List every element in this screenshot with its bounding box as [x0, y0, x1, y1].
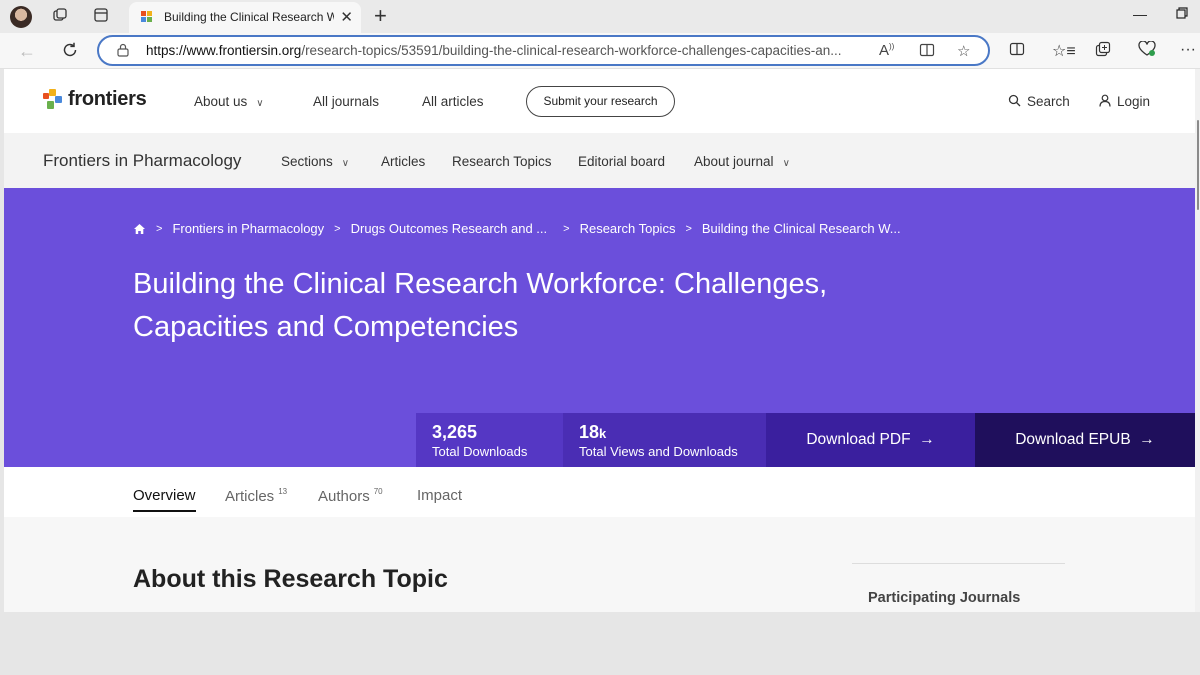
total-views-label: Total Views and Downloads [579, 444, 738, 459]
arrow-right-icon: → [919, 431, 935, 448]
workspaces-icon[interactable] [51, 7, 69, 25]
search-link[interactable]: Search [1008, 94, 1070, 109]
browser-tab-active[interactable]: Building the Clinical Research Wo ✕ [129, 2, 361, 33]
chevron-down-icon: ∨ [341, 158, 350, 169]
chevron-right-icon: > [334, 222, 341, 235]
page-title: Building the Clinical Research Workforce… [133, 268, 828, 343]
total-views-value: 18k [579, 422, 607, 442]
address-bar[interactable]: https://www.frontiersin.org/research-top… [97, 35, 990, 66]
research-topic-hero: > Frontiers in Pharmacology > Drugs Outc… [4, 188, 1195, 467]
total-downloads-value: 3,265 [432, 422, 478, 442]
user-icon [1099, 94, 1111, 107]
browser-toolbar: ← https://www.frontiersin.org/research-t… [0, 33, 1200, 69]
browser-tab-strip: Building the Clinical Research Wo ✕ + — [0, 0, 1200, 33]
breadcrumb-item[interactable]: Research Topics [580, 221, 676, 236]
frontiers-logo-icon [43, 88, 62, 109]
browser-essentials-icon[interactable] [1138, 40, 1156, 62]
favorite-star-icon[interactable]: ☆ [957, 42, 970, 60]
tab-articles[interactable]: Articles 13 [225, 487, 287, 505]
breadcrumb-item[interactable]: Drugs Outcomes Research and ... [351, 221, 548, 236]
authors-count: 70 [373, 487, 383, 496]
lock-icon[interactable] [117, 43, 129, 57]
url-text[interactable]: https://www.frontiersin.org/research-top… [146, 43, 842, 58]
breadcrumb-item-current: Building the Clinical Research W... [701, 221, 901, 236]
tab-impact[interactable]: Impact [417, 487, 462, 504]
web-page: frontiers About us ∨ All journals All art… [4, 69, 1195, 612]
submit-research-button[interactable]: Submit your research [526, 86, 675, 117]
search-icon [1008, 94, 1021, 107]
minimize-icon[interactable]: — [1133, 6, 1147, 22]
tab-actions-icon[interactable] [92, 7, 110, 25]
refresh-icon[interactable] [61, 41, 79, 64]
section-heading: About this Research Topic [133, 565, 448, 593]
tab-overview[interactable]: Overview [133, 487, 196, 512]
collections-icon[interactable] [1095, 41, 1111, 62]
journal-nav-research-topics[interactable]: Research Topics [452, 154, 552, 169]
topic-tabs: Overview Articles 13 Authors 70 Impact [4, 467, 1195, 517]
tab-title: Building the Clinical Research Wo [164, 10, 334, 24]
journal-nav-sections[interactable]: Sections ∨ [281, 154, 349, 169]
frontiers-favicon-icon [141, 11, 152, 22]
read-aloud-icon[interactable]: A)) [879, 42, 894, 59]
total-views-stat: 18k Total Views and Downloads [563, 413, 766, 467]
profile-avatar[interactable] [10, 6, 32, 28]
frame-bottom [0, 643, 1200, 675]
frontiers-logo[interactable]: frontiers [43, 88, 147, 111]
journal-nav-articles[interactable]: Articles [381, 154, 425, 169]
chevron-down-icon: ∨ [782, 158, 790, 169]
nav-all-journals[interactable]: All journals [313, 94, 379, 109]
restore-window-icon[interactable] [1176, 6, 1188, 22]
scrollbar-thumb[interactable] [1197, 120, 1199, 210]
new-tab-icon[interactable]: + [374, 3, 387, 29]
chevron-right-icon: > [685, 222, 692, 235]
participating-journals-heading: Participating Journals [868, 590, 1021, 606]
breadcrumb: > Frontiers in Pharmacology > Drugs Outc… [133, 221, 901, 236]
total-downloads-stat: 3,265 Total Downloads [416, 413, 563, 467]
journal-nav-bar: Frontiers in Pharmacology Sections ∨ Arti… [4, 133, 1195, 188]
download-pdf-button[interactable]: Download PDF → [766, 413, 975, 467]
chevron-right-icon: > [156, 222, 163, 235]
split-screen-icon[interactable] [1009, 41, 1025, 62]
arrow-right-icon: → [1139, 431, 1155, 448]
immersive-reader-icon[interactable] [919, 42, 935, 62]
overview-content: About this Research Topic Participating … [4, 517, 1195, 612]
breadcrumb-item[interactable]: Frontiers in Pharmacology [172, 221, 324, 236]
journal-name[interactable]: Frontiers in Pharmacology [43, 151, 241, 171]
tab-authors[interactable]: Authors 70 [318, 487, 383, 505]
nav-about-us[interactable]: About us ∨ [194, 94, 264, 109]
chevron-right-icon: > [563, 222, 570, 235]
divider [852, 563, 1065, 564]
more-options-icon[interactable]: ··· [1180, 41, 1196, 59]
download-epub-button[interactable]: Download EPUB → [975, 413, 1195, 467]
home-icon[interactable] [133, 223, 146, 235]
chevron-down-icon: ∨ [256, 98, 264, 109]
login-link[interactable]: Login [1099, 94, 1150, 109]
journal-nav-about-journal[interactable]: About journal ∨ [694, 154, 790, 169]
site-header: frontiers About us ∨ All journals All art… [4, 69, 1195, 133]
journal-nav-editorial-board[interactable]: Editorial board [578, 154, 665, 169]
nav-all-articles[interactable]: All articles [422, 94, 484, 109]
close-tab-icon[interactable]: ✕ [340, 8, 353, 26]
articles-count: 13 [278, 487, 288, 496]
total-downloads-label: Total Downloads [432, 444, 528, 459]
logo-text: frontiers [68, 88, 147, 110]
favorites-icon[interactable]: ☆≡ [1052, 41, 1076, 61]
back-arrow-icon[interactable]: ← [18, 41, 36, 62]
